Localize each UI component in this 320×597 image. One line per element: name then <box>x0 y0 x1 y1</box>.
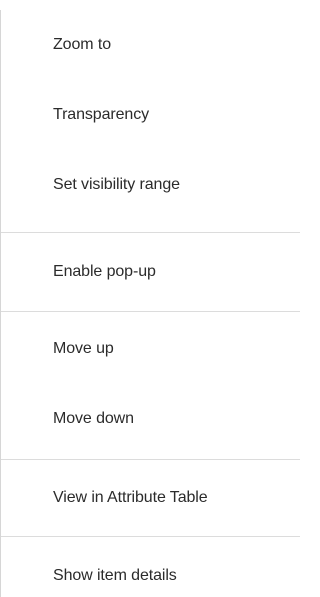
menu-item-show-item-details[interactable]: Show item details <box>1 537 300 597</box>
menu-item-transparency[interactable]: Transparency <box>1 80 300 150</box>
menu-group-popup: Enable pop-up <box>1 233 300 312</box>
menu-item-move-down[interactable]: Move down <box>1 382 300 452</box>
menu-item-enable-popup[interactable]: Enable pop-up <box>1 233 300 311</box>
menu-item-view-attribute-table[interactable]: View in Attribute Table <box>1 460 300 536</box>
menu-group-table: View in Attribute Table <box>1 460 300 537</box>
menu-item-set-visibility-range[interactable]: Set visibility range <box>1 150 300 220</box>
menu-item-move-up[interactable]: Move up <box>1 312 300 382</box>
menu-item-zoom-to[interactable]: Zoom to <box>1 10 300 80</box>
menu-group-view: Zoom to Transparency Set visibility rang… <box>1 10 300 233</box>
layer-context-menu: Zoom to Transparency Set visibility rang… <box>0 10 300 597</box>
menu-group-order: Move up Move down <box>1 312 300 460</box>
menu-group-details: Show item details <box>1 537 300 597</box>
